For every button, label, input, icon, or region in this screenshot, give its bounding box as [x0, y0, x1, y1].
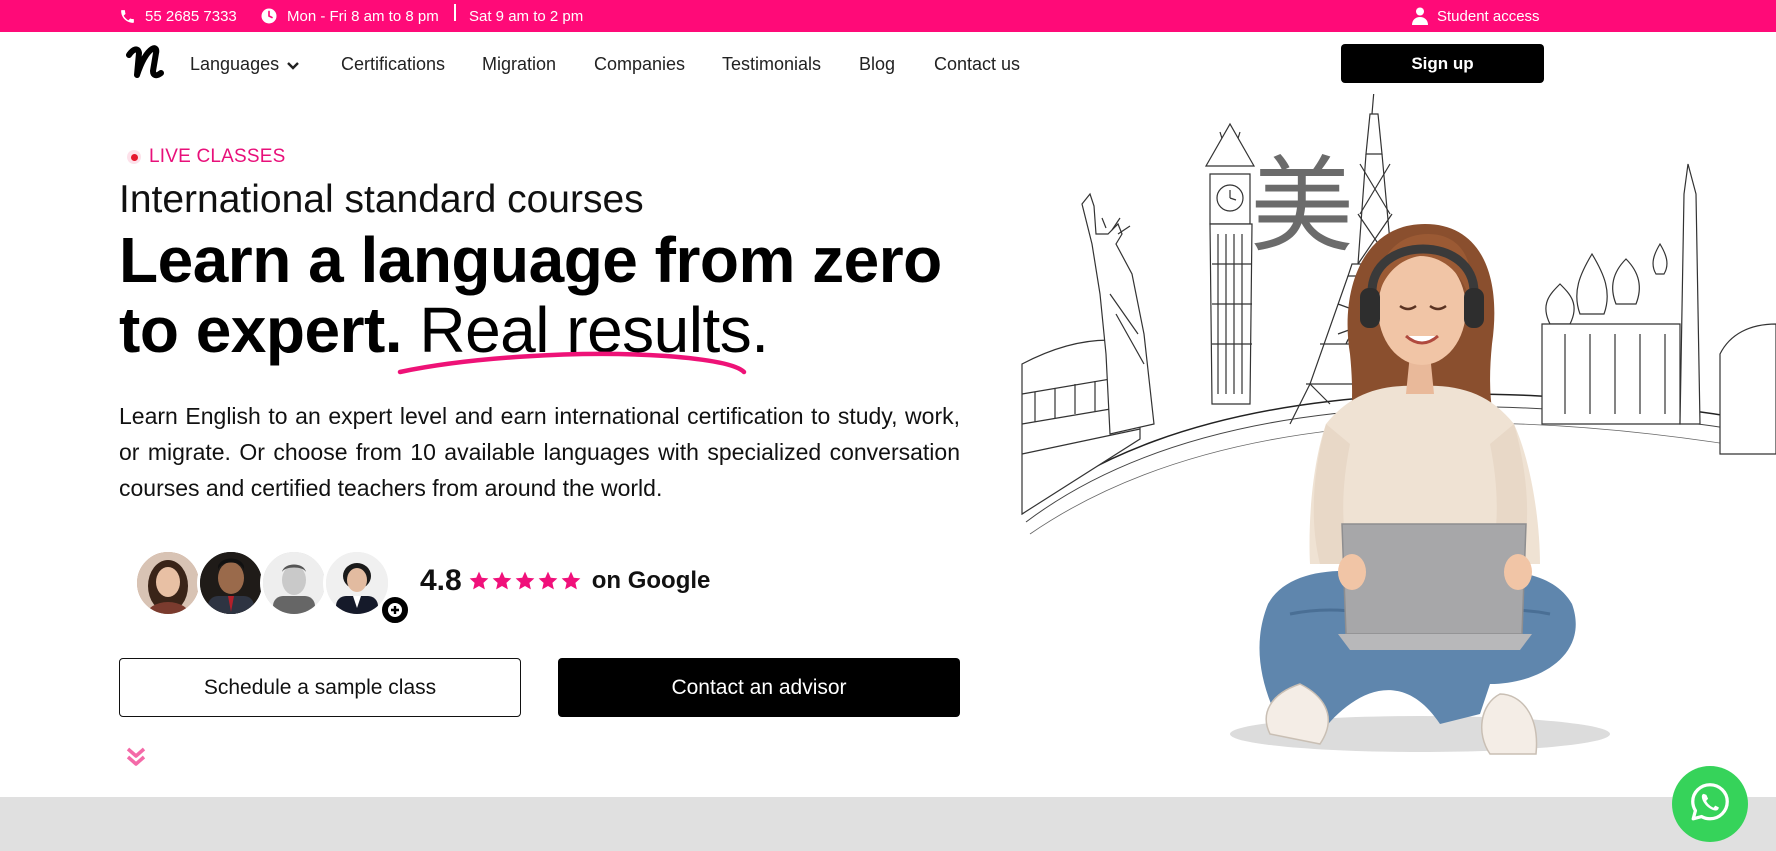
- nav-testimonials[interactable]: Testimonials: [722, 54, 821, 75]
- main-navigation: Languages Certifications Migration Compa…: [0, 32, 1776, 96]
- live-classes-label: LIVE CLASSES: [149, 146, 286, 167]
- schedule-sample-class-button[interactable]: Schedule a sample class: [119, 658, 521, 717]
- student-access-link[interactable]: Student access: [1412, 0, 1540, 32]
- rating-value: 4.8: [420, 564, 462, 597]
- avatar: [197, 549, 265, 617]
- nav-blog[interactable]: Blog: [859, 54, 895, 75]
- illustration-glyph: 美: [1250, 145, 1354, 267]
- hero-subtitle: International standard courses: [119, 178, 644, 221]
- saint-basil-sketch: [1541, 163, 1776, 455]
- hero-illustration: 美: [1021, 94, 1776, 755]
- hero-description: Learn English to an expert level and ear…: [119, 403, 960, 501]
- star-icon: [561, 571, 581, 590]
- top-info-bar: 55 2685 7333 Mon - Fri 8 am to 8 pm Sat …: [0, 0, 1776, 32]
- hero-headline: Learn a language from zero to expert. Re…: [119, 225, 942, 365]
- star-icon: [492, 571, 512, 590]
- headline-underline-stroke: [397, 351, 747, 375]
- weekday-hours-text: Mon - Fri 8 am to 8 pm: [287, 7, 439, 25]
- chevron-down-icon: [287, 54, 299, 75]
- user-icon: [1412, 7, 1428, 25]
- nav-languages[interactable]: Languages: [190, 54, 299, 75]
- sign-up-button[interactable]: Sign up: [1341, 44, 1544, 83]
- rating-source: on Google: [591, 567, 711, 594]
- headline-line-1: Learn a language from zero: [119, 224, 942, 296]
- plus-icon: [380, 595, 410, 625]
- saturday-hours-text: Sat 9 am to 2 pm: [469, 7, 584, 25]
- nav-migration[interactable]: Migration: [482, 54, 556, 75]
- big-ben-sketch: [1204, 122, 1256, 405]
- google-rating: 4.8 on Google: [420, 564, 710, 598]
- double-chevron-down-icon[interactable]: [125, 746, 147, 768]
- contact-advisor-button[interactable]: Contact an advisor: [558, 658, 960, 717]
- headline-bold-part: to expert.: [119, 294, 403, 366]
- star-icon: [515, 571, 535, 590]
- phone-contact[interactable]: 55 2685 7333: [119, 0, 237, 32]
- student-access-label: Student access: [1437, 7, 1540, 25]
- whatsapp-button[interactable]: [1672, 766, 1748, 842]
- star-icon: [538, 571, 558, 590]
- live-indicator-icon: [127, 150, 141, 164]
- star-icon: [469, 571, 489, 590]
- hours-divider: [454, 4, 456, 21]
- nav-languages-label: Languages: [190, 54, 280, 74]
- saturday-hours: Sat 9 am to 2 pm: [469, 0, 583, 32]
- nav-certifications[interactable]: Certifications: [341, 54, 445, 75]
- whatsapp-icon: [1687, 779, 1733, 830]
- nav-companies[interactable]: Companies: [594, 54, 685, 75]
- avatar: [134, 549, 202, 617]
- brand-logo[interactable]: [126, 41, 164, 81]
- phone-number: 55 2685 7333: [145, 7, 237, 25]
- weekday-hours: Mon - Fri 8 am to 8 pm: [260, 0, 439, 32]
- clock-icon: [260, 7, 278, 25]
- next-section-band: [0, 797, 1776, 851]
- nav-contact-us[interactable]: Contact us: [934, 54, 1020, 75]
- rating-stars: [468, 570, 582, 592]
- avatar: [260, 549, 328, 617]
- live-classes-badge: LIVE CLASSES: [127, 146, 286, 168]
- phone-icon: [119, 8, 136, 25]
